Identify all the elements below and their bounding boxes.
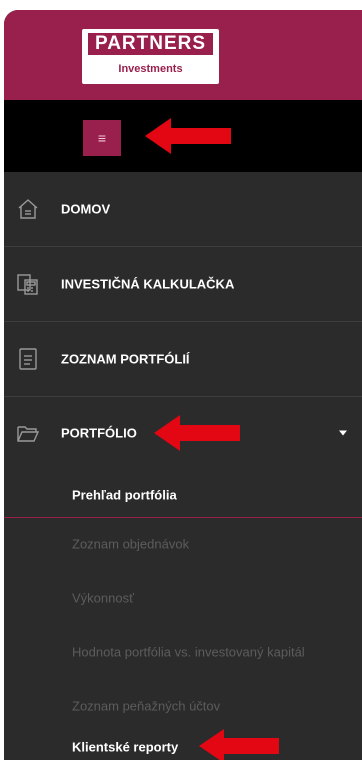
annotation-arrow-icon — [199, 727, 279, 760]
submenu-item-label: Výkonnosť — [72, 590, 134, 606]
hamburger-menu-button[interactable]: ≡ — [83, 120, 121, 156]
submenu-item-label: Hodnota portfólia vs. investovaný kapitá… — [72, 644, 305, 660]
folder-icon — [16, 421, 40, 445]
sidebar: PARTNERS Investments ≡ DOMOV INVESTIČNÁ … — [4, 10, 362, 760]
sidebar-item-label: DOMOV — [61, 201, 111, 217]
submenu-item-label: Zoznam peňažných účtov — [72, 698, 221, 714]
submenu-item-zoznam-objednavok[interactable]: Zoznam objednávok — [4, 517, 362, 571]
submenu-item-klientske-reporty[interactable]: Klientské reporty — [4, 729, 362, 760]
home-icon — [16, 197, 40, 221]
menu-toggle-bar: ≡ — [4, 100, 362, 172]
submenu-item-label: Prehľad portfólia — [72, 487, 177, 503]
annotation-arrow-icon — [145, 116, 231, 156]
sidebar-item-label: INVESTIČNÁ KALKULAČKA — [61, 276, 235, 292]
document-list-icon — [16, 347, 40, 371]
submenu-item-vykonnost[interactable]: Výkonnosť — [4, 571, 362, 625]
annotation-arrow-icon — [154, 413, 240, 453]
submenu-item-zoznam-penaznych-uctov[interactable]: Zoznam peňažných účtov — [4, 679, 362, 733]
sidebar-item-zoznam-portfolii[interactable]: ZOZNAM PORTFÓLIÍ — [4, 322, 362, 397]
sidebar-item-domov[interactable]: DOMOV — [4, 172, 362, 247]
logo-wordmark: PARTNERS — [88, 33, 213, 55]
sidebar-item-label: ZOZNAM PORTFÓLIÍ — [61, 351, 190, 367]
chevron-down-icon[interactable] — [339, 430, 347, 436]
submenu-item-label: Zoznam objednávok — [72, 536, 190, 552]
partners-logo[interactable]: PARTNERS Investments — [82, 29, 219, 84]
calculator-icon — [16, 272, 40, 296]
sidebar-item-portfolio[interactable]: PORTFÓLIO — [4, 397, 362, 469]
sidebar-item-investicna-kalkulacka[interactable]: INVESTIČNÁ KALKULAČKA — [4, 247, 362, 322]
logo-subtitle: Investments — [118, 63, 183, 75]
submenu-item-hodnota-portfolia[interactable]: Hodnota portfólia vs. investovaný kapitá… — [4, 625, 362, 679]
hamburger-icon: ≡ — [97, 130, 107, 146]
submenu-item-prehlad-portfolia[interactable]: Prehľad portfólia — [4, 468, 362, 522]
brand-header: PARTNERS Investments — [4, 10, 362, 100]
submenu-item-label: Klientské reporty — [72, 739, 179, 754]
sidebar-item-label: PORTFÓLIO — [61, 425, 137, 441]
